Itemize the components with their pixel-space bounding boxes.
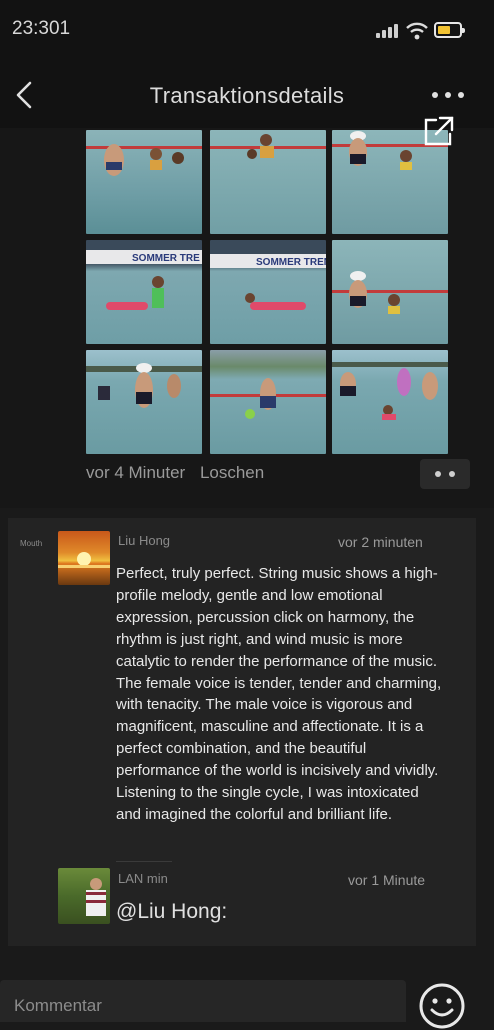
photo-tile[interactable]: SOMMER TREND (210, 240, 326, 344)
photo-tile[interactable] (86, 130, 202, 234)
photo-tile[interactable] (210, 350, 326, 454)
signal-icon (376, 24, 400, 38)
photo-tile[interactable]: SOMMER TRE (86, 240, 202, 344)
photo-tile[interactable] (210, 130, 326, 234)
delete-link[interactable]: Loschen (200, 463, 264, 482)
photo-tile[interactable] (86, 350, 202, 454)
more-dots-icon[interactable] (428, 88, 468, 102)
page-title: Transaktionsdetails (149, 83, 345, 108)
external-link-icon[interactable] (420, 114, 456, 150)
post-meta: vor 4 Minuter Loschen (86, 463, 274, 483)
post-time: vor 4 Minuter (86, 463, 186, 482)
post-more-button[interactable] (420, 459, 470, 489)
divider (116, 861, 172, 862)
smiley-icon[interactable] (418, 982, 466, 1030)
comment-author[interactable]: Liu Hong (118, 533, 170, 548)
battery-icon (434, 22, 465, 38)
status-time: 23:301 (12, 18, 71, 39)
avatar[interactable] (58, 868, 110, 924)
banner-text: SOMMER TRE (132, 253, 200, 264)
avatar[interactable] (58, 531, 110, 585)
photo-tile[interactable] (332, 350, 448, 454)
comment-text: @Liu Hong: (116, 900, 228, 923)
banner-text: SOMMER TREND (256, 257, 326, 268)
photo-grid: SOMMER TRE SOMMER TREND (86, 130, 450, 454)
wifi-icon (406, 22, 428, 40)
comment-author[interactable]: LAN min (118, 871, 168, 886)
comment-time: vor 2 minuten (338, 534, 423, 550)
photo-tile[interactable] (332, 240, 448, 344)
comment-time: vor 1 Minute (348, 872, 426, 888)
comment-input-placeholder: Kommentar (14, 996, 102, 1015)
comments-label: Mouth (20, 539, 43, 548)
status-bar: 23:301 (0, 0, 494, 58)
comment-text: Perfect, truly perfect. String music sho… (116, 565, 442, 823)
